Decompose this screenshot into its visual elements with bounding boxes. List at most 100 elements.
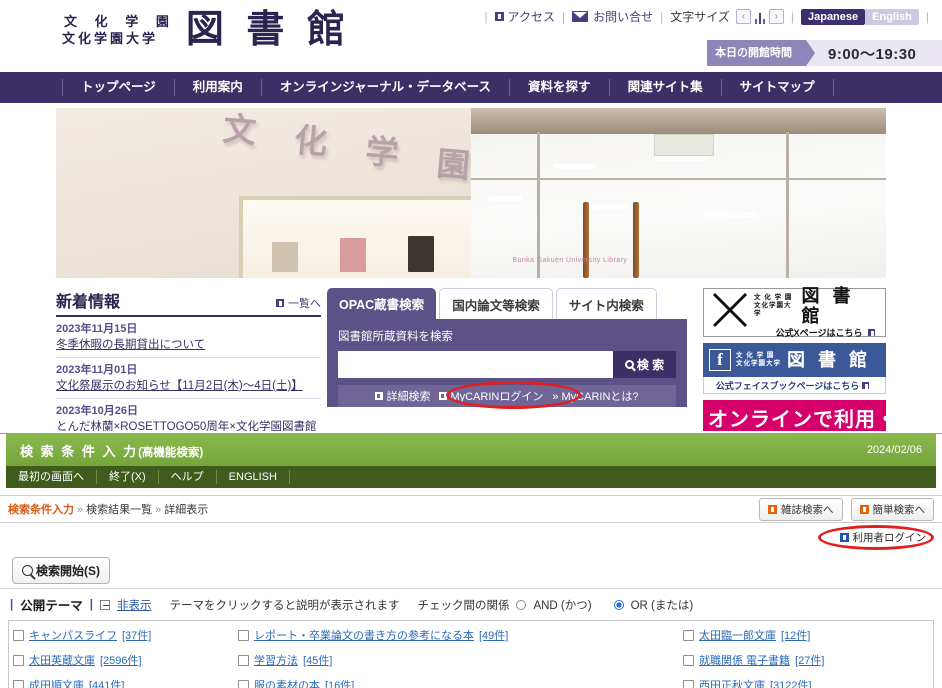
nav-item-journals[interactable]: オンラインジャーナル・データベース [260, 79, 509, 96]
theme-label[interactable]: 太田臨一郎文庫 [699, 627, 776, 643]
lang-english-button[interactable]: English [865, 8, 919, 25]
theme-item[interactable]: 太田英蔵文庫 [2596件] [13, 652, 238, 668]
theme-count[interactable]: [16件] [325, 677, 354, 688]
theme-item[interactable]: 西田正秋文庫 [3122件] [683, 677, 929, 688]
nav-item-guide[interactable]: 利用案内 [173, 79, 261, 96]
hero-ceiling-light [487, 196, 522, 201]
theme-item[interactable]: レポート・卒業論文の書き方の参考になる本 [49件] [238, 627, 683, 643]
hero-frame-horizontal [471, 178, 886, 180]
theme-label[interactable]: 太田英蔵文庫 [29, 652, 95, 668]
checkbox[interactable] [238, 629, 249, 641]
divider: | [561, 9, 566, 24]
mycarin-about-link[interactable]: » MyCARINとは? [552, 388, 638, 404]
hero-door-handle [583, 202, 590, 278]
hero-frame-vertical [786, 132, 790, 278]
theme-item[interactable]: 就職関係 電子書籍 [27件] [683, 652, 929, 668]
theme-count[interactable]: [27件] [795, 652, 824, 668]
menu-item-english[interactable]: ENGLISH [217, 470, 290, 484]
menu-item-help[interactable]: ヘルプ [159, 470, 217, 484]
theme-item[interactable]: 成田順文庫 [441件] [13, 677, 238, 688]
advanced-search-link[interactable]: 詳細検索 [375, 388, 430, 404]
fontsize-label: 文字サイズ [670, 10, 730, 24]
checkbox[interactable] [683, 654, 694, 666]
checkbox[interactable] [238, 654, 249, 666]
journal-search-button[interactable]: 雑誌検索へ [759, 497, 843, 521]
theme-item[interactable]: 太田臨一郎文庫 [12件] [683, 627, 929, 643]
checkbox[interactable] [13, 679, 24, 688]
simple-search-button[interactable]: 簡単検索へ [850, 497, 934, 521]
theme-label[interactable]: 服の素材の本 [254, 677, 320, 688]
menu-item-home[interactable]: 最初の画面へ [6, 470, 97, 484]
opac-app-titlebar: 検 索 条 件 入 力(高機能検索) 2024/02/06 [0, 434, 942, 466]
news-link[interactable]: とんだ林蘭×ROSETTOGO50周年×文化学園図書館 [56, 419, 321, 431]
logo-main-text: 図 書 館 [185, 9, 351, 51]
breadcrumb-actions: 雑誌検索へ 簡単検索へ [759, 497, 934, 521]
theme-count[interactable]: [12件] [781, 627, 810, 643]
tab-site-search[interactable]: サイト内検索 [555, 288, 657, 319]
nav-item-related-sites[interactable]: 関連サイト集 [608, 79, 721, 96]
mycarin-login-link[interactable]: MyCARINログイン [439, 388, 543, 404]
nav-item-find-materials[interactable]: 資料を探す [509, 79, 609, 96]
radio-or[interactable] [613, 599, 624, 610]
news-section: 新着情報 一覧へ 2023年11月15日 冬季休暇の長期貸出について 2023年… [56, 288, 321, 431]
theme-label[interactable]: 学習方法 [254, 652, 298, 668]
theme-label[interactable]: キャンパスライフ [29, 627, 117, 643]
square-bullet-icon [862, 381, 870, 389]
nav-item-sitemap[interactable]: サイトマップ [720, 79, 834, 96]
collapse-icon[interactable] [99, 599, 110, 610]
theme-label[interactable]: レポート・卒業論文の書き方の参考になる本 [254, 627, 474, 643]
news-link[interactable]: 冬季休暇の長期貸出について [56, 337, 321, 353]
radio-and[interactable] [516, 599, 527, 610]
tab-opac-catalog[interactable]: OPAC蔵書検索 [327, 288, 437, 319]
access-link[interactable]: アクセス [508, 8, 555, 25]
checkbox[interactable] [683, 679, 694, 688]
news-date: 2023年10月26日 [56, 405, 138, 417]
breadcrumb-current[interactable]: 検索条件入力 [8, 504, 74, 516]
breadcrumb-step3[interactable]: 詳細表示 [164, 504, 208, 516]
theme-item[interactable]: 服の素材の本 [16件] [238, 677, 683, 688]
banner-fb-sub1: 文 化 学 園 [736, 352, 775, 359]
opac-search-input[interactable] [338, 351, 613, 378]
hero-kanji-char: 文 [221, 109, 258, 150]
nav-item-top[interactable]: トップページ [62, 79, 174, 96]
breadcrumb-step2[interactable]: 検索結果一覧 [86, 504, 152, 516]
banner-facebook[interactable]: f 文 化 学 園 文化学園大学 図 書 館 公式フェイスブックページはこちら [703, 343, 886, 394]
checkbox[interactable] [238, 679, 249, 688]
site-logo[interactable]: 文 化 学 園 文化学園大学 図 書 館 [62, 8, 351, 52]
hero-ceiling-light [554, 164, 596, 169]
opening-hours-banner: 本日の開館時間 9:00〜19:30 [707, 40, 942, 66]
news-link[interactable]: 文化祭展示のお知らせ【11月2日(木)〜4日(土)】 [56, 378, 321, 394]
theme-count[interactable]: [3122件] [770, 677, 812, 688]
theme-count[interactable]: [49件] [479, 627, 508, 643]
lang-japanese-button[interactable]: Japanese [800, 8, 866, 25]
theme-count[interactable]: [45件] [303, 652, 332, 668]
contact-link[interactable]: お問い合せ [593, 8, 653, 25]
opac-search-button[interactable]: 検 索 [613, 351, 676, 378]
banner-x[interactable]: 文 化 学 園 文化学園大学 図 書 館 公式Xページはこちら [703, 286, 886, 338]
theme-count[interactable]: [441件] [89, 677, 124, 688]
tab-domestic-articles[interactable]: 国内論文等検索 [439, 288, 553, 319]
theme-item[interactable]: キャンパスライフ [37件] [13, 627, 238, 643]
fontsize-decrease-button[interactable]: ‹ [735, 9, 751, 24]
opening-hours-label: 本日の開館時間 [707, 40, 815, 66]
checkbox[interactable] [683, 629, 694, 641]
theme-label[interactable]: 成田順文庫 [29, 677, 84, 688]
divider: | [484, 9, 488, 24]
search-icon [22, 565, 33, 576]
theme-item[interactable]: 学習方法 [45件] [238, 652, 683, 668]
banner-online-services[interactable]: オンラインで利用・ [703, 400, 886, 431]
square-bullet-icon [839, 532, 849, 542]
fontsize-increase-button[interactable]: › [768, 9, 784, 24]
theme-toggle-link[interactable]: 非表示 [117, 597, 152, 613]
news-more-link[interactable]: 一覧へ [276, 295, 321, 311]
checkbox[interactable] [13, 654, 24, 666]
menu-item-exit[interactable]: 終了(X) [97, 470, 159, 484]
theme-count[interactable]: [2596件] [100, 652, 142, 668]
theme-count[interactable]: [37件] [122, 627, 151, 643]
checkbox[interactable] [13, 629, 24, 641]
start-search-button[interactable]: 検索開始(S) [12, 557, 110, 584]
hero-caption: Bunka Gakuen University Library [512, 257, 628, 264]
theme-label[interactable]: 西田正秋文庫 [699, 677, 765, 688]
user-login-button[interactable]: 利用者ログイン [839, 530, 926, 545]
theme-label[interactable]: 就職関係 電子書籍 [699, 652, 790, 668]
